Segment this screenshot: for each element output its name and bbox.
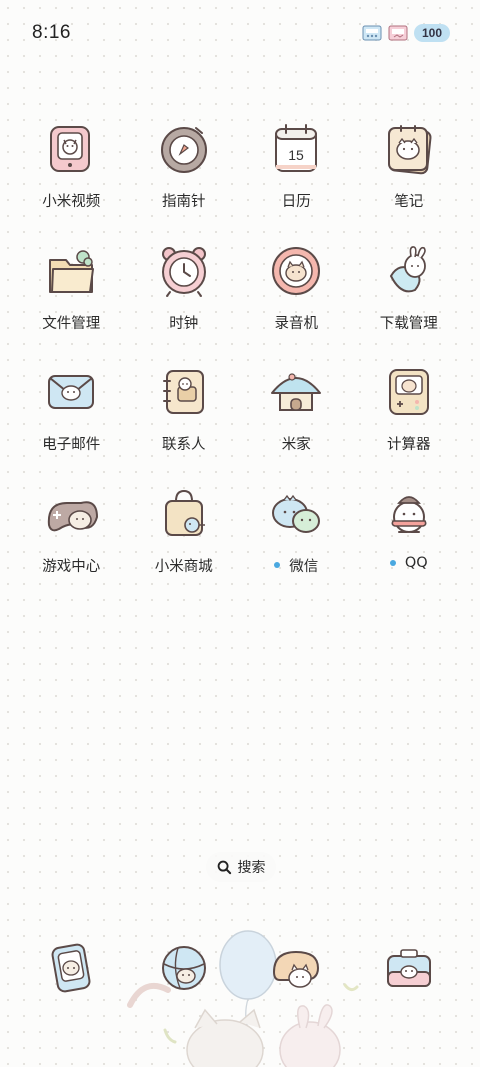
- app-contacts[interactable]: 联系人: [128, 361, 241, 483]
- app-clock[interactable]: 时钟: [128, 240, 241, 362]
- app-mi-store[interactable]: 小米商城: [128, 483, 241, 605]
- app-label: 日历: [281, 194, 311, 210]
- home-icon: [266, 361, 326, 421]
- app-label: 录音机: [274, 315, 319, 332]
- dock-phone[interactable]: [15, 938, 128, 998]
- messages-icon: [266, 938, 326, 998]
- app-label: 电子邮件: [42, 437, 101, 453]
- battery-indicator: 100: [413, 24, 450, 42]
- app-grid: 小米视频 指南针 15 日历 笔记 文件管理 时钟 录音机 下载管理 电子邮件 …: [15, 118, 465, 604]
- status-icons: 100: [362, 24, 450, 42]
- mail-icon: [41, 361, 101, 421]
- app-label: 小米商城: [154, 558, 213, 575]
- app-label: 小米视频: [42, 194, 101, 210]
- new-badge-dot: [274, 562, 281, 568]
- search-label: 搜索: [237, 860, 266, 876]
- app-compass[interactable]: 指南针: [128, 118, 241, 240]
- app-label: 微信: [274, 555, 318, 576]
- app-label: 下载管理: [379, 315, 438, 332]
- phone-icon: [41, 938, 101, 998]
- calendar-icon: 15: [266, 118, 326, 178]
- dock-camera[interactable]: [353, 938, 466, 998]
- dock-messages[interactable]: [240, 938, 353, 998]
- app-calculator[interactable]: 计算器: [353, 361, 466, 483]
- dock: [15, 938, 465, 998]
- app-label: QQ: [389, 554, 428, 571]
- folder-icon: [41, 240, 101, 300]
- dock-browser[interactable]: [128, 938, 241, 998]
- wifi-sticker-icon: [388, 25, 408, 41]
- video-icon: [41, 118, 101, 178]
- app-label-text: 微信: [289, 558, 319, 575]
- clock-icon: [154, 240, 214, 300]
- app-recorder[interactable]: 录音机: [240, 240, 353, 362]
- app-label: 指南针: [162, 194, 206, 210]
- app-mijia[interactable]: 米家: [240, 361, 353, 483]
- recorder-icon: [266, 240, 326, 300]
- app-label: 联系人: [162, 437, 206, 453]
- browser-globe-icon: [154, 938, 214, 998]
- app-notes[interactable]: 笔记: [353, 118, 466, 240]
- qq-icon: [379, 483, 439, 543]
- app-label: 时钟: [169, 315, 199, 332]
- wechat-icon: [266, 483, 326, 543]
- search-button[interactable]: 搜索: [206, 852, 276, 882]
- app-mi-video[interactable]: 小米视频: [15, 118, 128, 240]
- app-label: 笔记: [394, 194, 424, 210]
- app-label: 文件管理: [42, 315, 101, 332]
- shop-icon: [154, 483, 214, 543]
- contacts-icon: [154, 361, 214, 421]
- search-icon: [217, 860, 231, 874]
- app-game-center[interactable]: 游戏中心: [15, 483, 128, 605]
- app-label: 计算器: [387, 437, 431, 453]
- calculator-icon: [379, 361, 439, 421]
- new-badge-dot: [389, 559, 396, 566]
- game-icon: [41, 483, 101, 543]
- app-calendar[interactable]: 15 日历: [240, 118, 353, 240]
- status-bar: 8:16 100: [0, 0, 480, 64]
- app-file-manager[interactable]: 文件管理: [15, 240, 128, 362]
- status-time: 8:16: [32, 22, 71, 43]
- compass-icon: [154, 118, 214, 178]
- app-email[interactable]: 电子邮件: [15, 361, 128, 483]
- signal-sticker-icon: [362, 25, 382, 41]
- notes-icon: [379, 118, 439, 178]
- app-label: 米家: [281, 437, 311, 453]
- app-label: 游戏中心: [42, 558, 101, 575]
- calendar-day: 15: [288, 147, 304, 163]
- app-wechat[interactable]: 微信: [240, 483, 353, 605]
- app-qq[interactable]: QQ: [353, 483, 466, 605]
- app-label-text: QQ: [404, 554, 428, 571]
- app-download-manager[interactable]: 下载管理: [353, 240, 466, 362]
- camera-icon: [379, 938, 439, 998]
- download-icon: [379, 240, 439, 300]
